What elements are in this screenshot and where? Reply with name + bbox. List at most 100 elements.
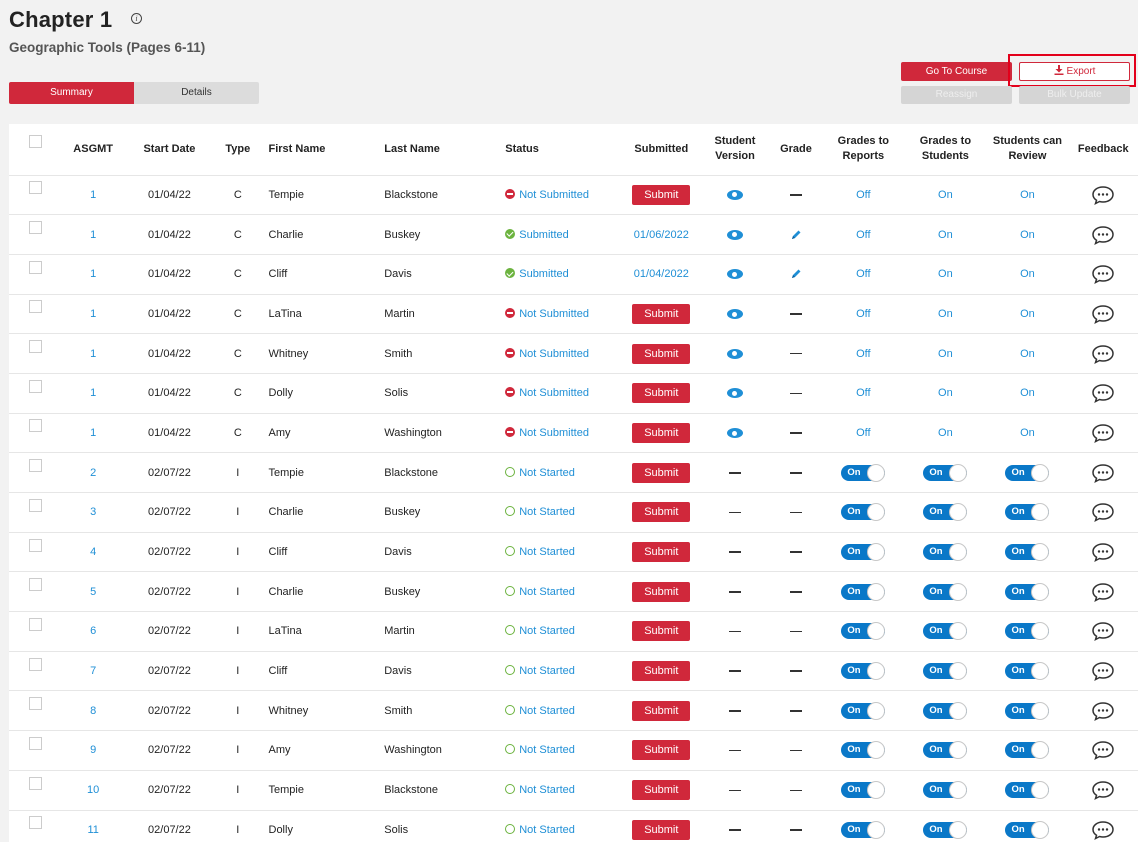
asgmt-link[interactable]: 8 [61,690,125,732]
asgmt-link[interactable]: 1 [61,373,125,414]
status-label[interactable]: Not Started [505,506,575,518]
students-can-review-value[interactable]: On [1020,268,1035,280]
eye-icon[interactable] [726,388,743,399]
grades-to-students-toggle[interactable]: On [923,701,968,720]
row-checkbox[interactable] [28,379,42,393]
asgmt-link[interactable]: 2 [61,452,125,493]
feedback-icon[interactable] [1091,701,1115,721]
asgmt-link[interactable]: 7 [61,651,125,692]
status-label[interactable]: Not Started [505,466,575,479]
grades-to-reports-toggle[interactable]: On [841,622,886,641]
submit-button[interactable]: Submit [632,581,691,602]
pencil-icon[interactable] [790,268,802,280]
students-can-review-toggle[interactable]: On [1005,781,1050,800]
select-all-checkbox[interactable] [28,135,42,149]
col-first-name[interactable]: First Name [261,124,378,176]
col-last-name[interactable]: Last Name [377,124,499,176]
export-button[interactable]: Export [1019,62,1130,81]
grades-to-students-value[interactable]: On [938,189,953,201]
grades-to-students-toggle[interactable]: On [923,741,968,760]
status-label[interactable]: Not Started [505,823,575,836]
row-checkbox[interactable] [28,260,42,274]
asgmt-link[interactable]: 1 [61,175,125,216]
row-checkbox[interactable] [28,419,42,433]
students-can-review-value[interactable]: On [1020,427,1035,439]
students-can-review-toggle[interactable]: On [1005,503,1050,522]
go-to-course-button[interactable]: Go To Course [901,62,1012,81]
students-can-review-value[interactable]: On [1020,308,1035,320]
grades-to-students-value[interactable]: On [938,229,953,241]
grades-to-reports-value[interactable]: Off [856,189,870,201]
feedback-icon[interactable] [1091,185,1115,205]
row-checkbox[interactable] [28,657,42,671]
feedback-icon[interactable] [1091,502,1115,523]
grades-to-students-value[interactable]: On [938,308,953,320]
students-can-review-toggle[interactable]: On [1005,543,1050,562]
feedback-icon[interactable] [1091,740,1115,761]
grades-to-reports-toggle[interactable]: On [841,662,886,681]
grades-to-reports-toggle[interactable]: On [841,463,886,482]
submit-button[interactable]: Submit [632,740,691,761]
grades-to-students-toggle[interactable]: On [923,781,968,800]
submit-button[interactable]: Submit [632,422,691,443]
row-checkbox[interactable] [28,300,42,314]
students-can-review-value[interactable]: On [1020,387,1035,399]
row-checkbox[interactable] [28,221,42,235]
col-submitted[interactable]: Submitted [622,124,701,176]
status-label[interactable]: Not Started [505,704,575,717]
status-label[interactable]: Not Started [505,665,575,677]
submit-button[interactable]: Submit [632,383,691,404]
grades-to-reports-toggle[interactable]: On [841,543,886,562]
submit-button[interactable]: Submit [632,502,691,523]
pencil-icon[interactable] [790,229,802,241]
status-label[interactable]: Not Submitted [505,426,589,439]
status-label[interactable]: Not Submitted [505,188,589,201]
grades-to-reports-value[interactable]: Off [856,229,870,241]
eye-icon[interactable] [726,229,743,240]
status-label[interactable]: Not Submitted [505,387,589,399]
eye-icon[interactable] [726,428,743,439]
feedback-icon[interactable] [1091,661,1115,682]
row-checkbox[interactable] [28,736,42,750]
submit-button[interactable]: Submit [632,462,691,483]
grades-to-students-value[interactable]: On [938,348,953,360]
eye-icon[interactable] [726,309,743,319]
col-start-date[interactable]: Start Date [124,124,215,176]
grades-to-reports-value[interactable]: Off [856,427,870,439]
status-label[interactable]: Not Submitted [505,307,589,320]
col-grades-to-reports[interactable]: Grades to Reports [822,124,905,176]
row-checkbox[interactable] [28,181,42,195]
row-checkbox[interactable] [28,459,42,473]
col-asgmt[interactable]: ASGMT [61,124,125,176]
feedback-icon[interactable] [1091,463,1115,483]
col-student-version[interactable]: Student Version [700,124,770,176]
feedback-icon[interactable] [1091,582,1115,602]
grades-to-reports-value[interactable]: Off [856,387,870,399]
feedback-icon[interactable] [1091,621,1115,642]
asgmt-link[interactable]: 4 [61,532,125,573]
submit-button[interactable]: Submit [632,661,691,682]
submit-button[interactable]: Submit [632,343,691,364]
feedback-icon[interactable] [1091,344,1115,364]
row-checkbox[interactable] [28,617,42,631]
feedback-icon[interactable] [1091,383,1115,404]
asgmt-link[interactable]: 1 [61,333,125,374]
grades-to-students-toggle[interactable]: On [923,463,968,482]
submit-button[interactable]: Submit [632,700,691,721]
grades-to-reports-toggle[interactable]: On [841,503,886,522]
grades-to-reports-toggle[interactable]: On [841,582,886,601]
status-label[interactable]: Not Started [505,625,575,637]
grades-to-reports-value[interactable]: Off [856,308,870,320]
asgmt-link[interactable]: 3 [61,492,125,533]
students-can-review-value[interactable]: On [1020,348,1035,360]
grades-to-students-toggle[interactable]: On [923,662,968,681]
students-can-review-value[interactable]: On [1020,229,1035,241]
grades-to-reports-toggle[interactable]: On [841,741,886,760]
row-checkbox[interactable] [28,538,42,552]
eye-icon[interactable] [726,269,743,280]
asgmt-link[interactable]: 1 [61,254,125,295]
col-grade[interactable]: Grade [769,124,823,176]
col-type[interactable]: Type [214,124,262,176]
status-label[interactable]: Not Started [505,744,575,756]
col-students-can-review[interactable]: Students can Review [986,124,1069,176]
